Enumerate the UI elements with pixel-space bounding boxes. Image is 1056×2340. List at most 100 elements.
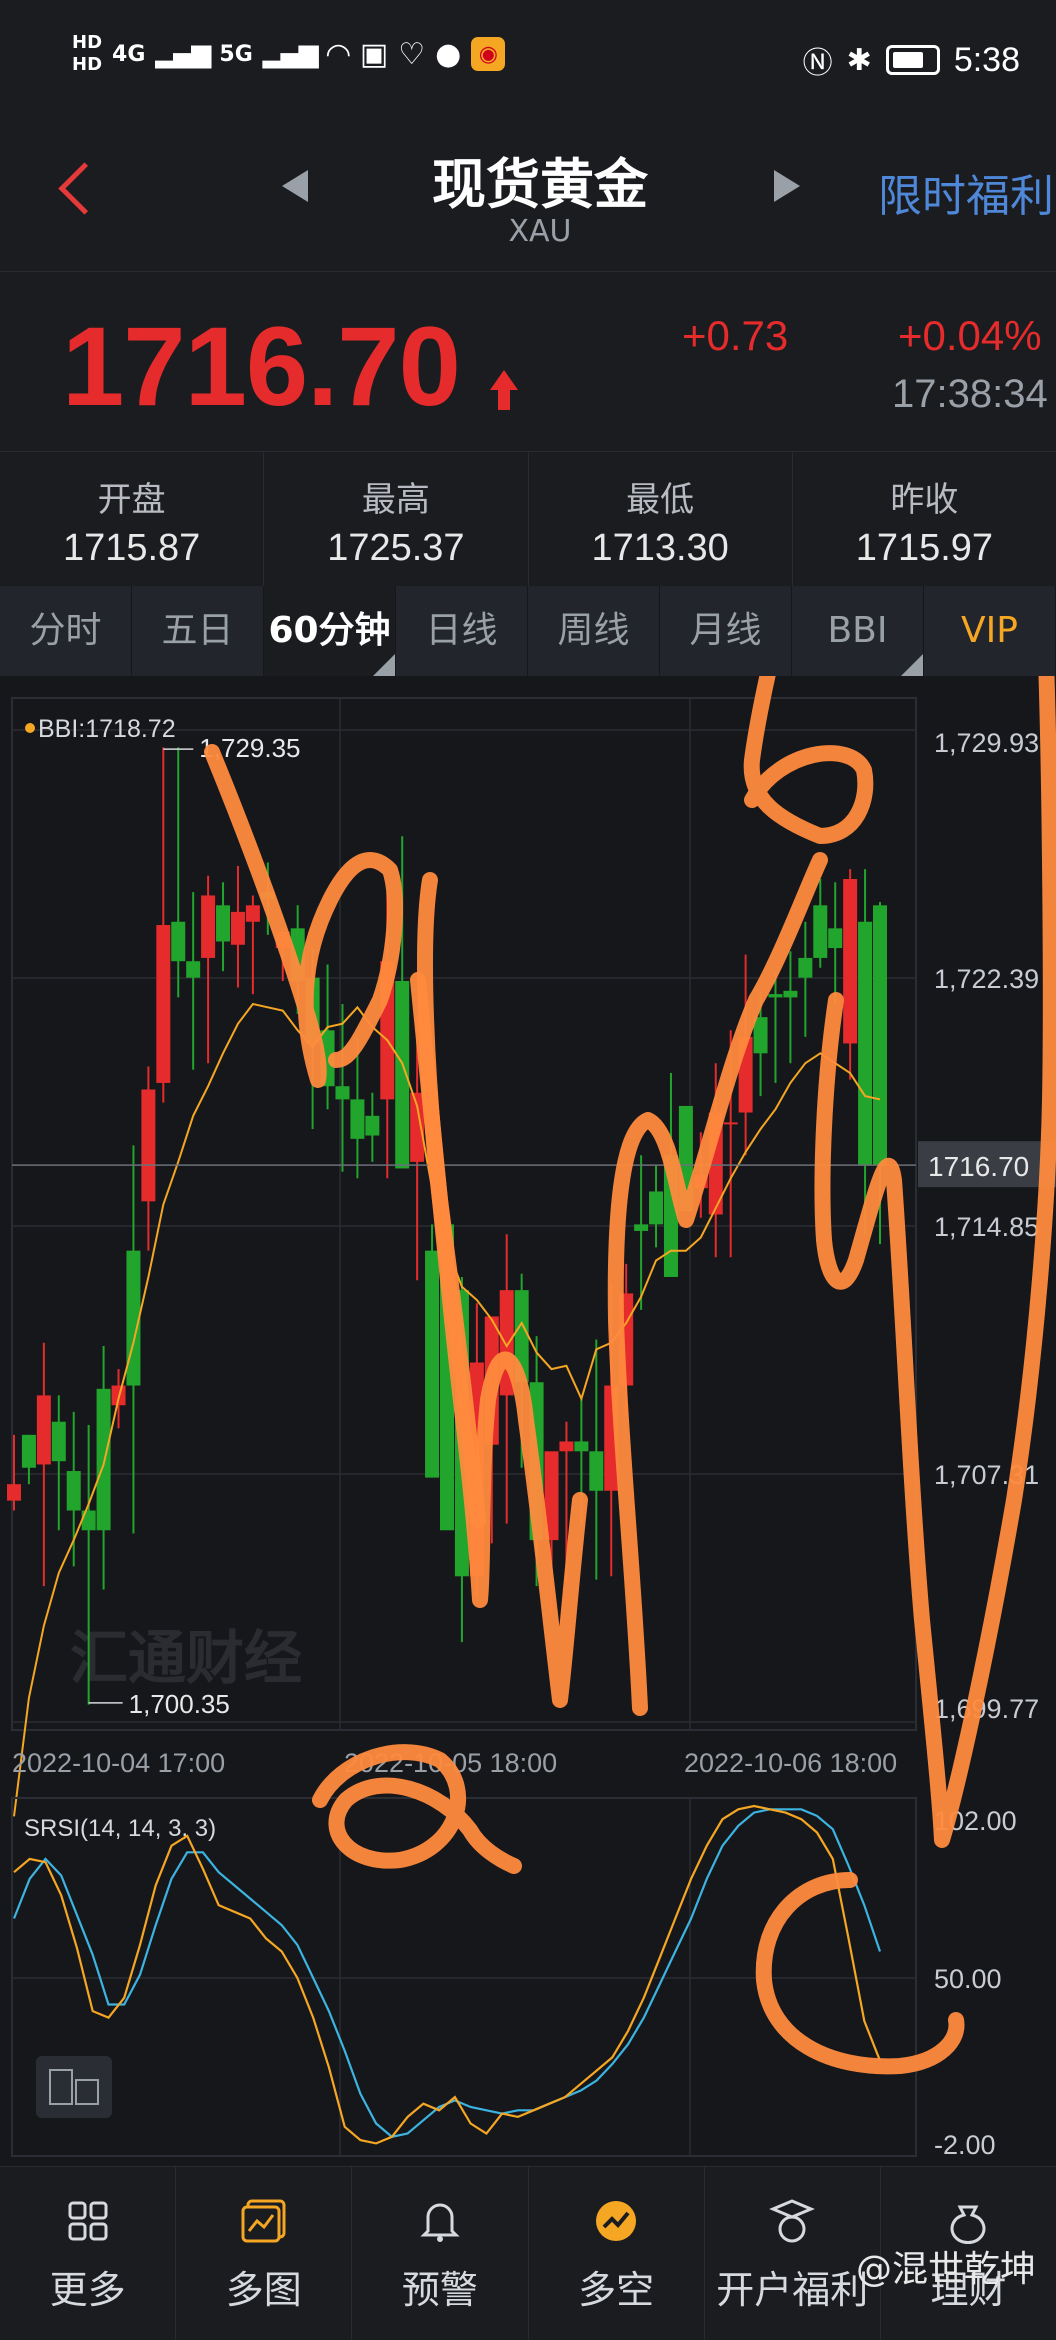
nav-open-account[interactable]: 开户福利 — [705, 2167, 881, 2340]
candle-body — [216, 905, 231, 942]
chart-area[interactable]: 1,729.93 1,722.39 1,714.85 1,707.31 1,699.77… — [0, 676, 1056, 2166]
x-tick-label: 2022-10-06 18:00 — [684, 1748, 897, 1778]
candle-body — [634, 1224, 649, 1231]
price-row: 1716.70 +0.73 +0.04% 17:38:34 — [0, 272, 1056, 452]
stat-low: 最低 1713.30 — [529, 452, 793, 586]
tab-weekly[interactable]: 周线 — [528, 586, 660, 676]
status-bar: HD HD 4G ▂▄▆ 5G ▂▄▆ ◠ ▣ ♡ ● ◉ Ⓝ ✱ 5:38 — [0, 0, 1056, 104]
candle-body — [798, 957, 813, 978]
candle-body — [365, 1115, 380, 1136]
candle-body — [230, 911, 245, 945]
candle-body — [96, 1388, 111, 1531]
tab-monthly[interactable]: 月线 — [660, 586, 792, 676]
corner-indicator-icon — [373, 654, 395, 676]
nav-multi-chart[interactable]: 多图 — [176, 2167, 353, 2340]
nav-long-short[interactable]: 多空 — [529, 2167, 705, 2340]
candle-body — [171, 921, 186, 962]
nav-label: 多图 — [225, 2268, 302, 2312]
quote-header: 现货黄金 XAU 限时福利 — [0, 104, 1056, 272]
tab-vip[interactable]: VIP — [924, 586, 1056, 676]
tab-five-day[interactable]: 五日 — [132, 586, 264, 676]
candle-body — [186, 961, 201, 978]
wifi-icon: ◠ — [326, 36, 350, 72]
candle-body — [783, 990, 798, 998]
message-icon: ● — [435, 36, 462, 72]
kline-chart[interactable]: 1,729.931,722.391,714.851,707.311,699.77… — [0, 676, 1056, 2166]
low-marker-label: 1,700.35 — [129, 1689, 230, 1719]
candle-body — [141, 1089, 156, 1202]
annotation-stroke — [755, 1872, 965, 2075]
hd2-label: HD — [72, 54, 103, 75]
candle-body — [36, 1395, 51, 1465]
nav-alert[interactable]: 预警 — [352, 2167, 529, 2340]
y-tick-label: 50.00 — [934, 1964, 1002, 1994]
stat-prev-close: 昨收 1715.97 — [793, 452, 1056, 586]
nav-label: 开户福利 — [716, 2268, 869, 2312]
candle-body — [828, 928, 843, 949]
candle-body — [559, 1441, 574, 1452]
candle-body — [66, 1471, 81, 1511]
candle-body — [201, 895, 216, 958]
candle-body — [843, 878, 858, 1044]
tab-label: 60分钟 — [268, 610, 391, 651]
x-tick-label: 2022-10-04 17:00 — [12, 1748, 225, 1778]
y-tick-label: -2.00 — [934, 2130, 996, 2160]
annotation-stroke — [743, 676, 874, 844]
y-tick-label: 1,729.93 — [934, 728, 1039, 758]
y-tick-label: 1,722.39 — [934, 964, 1039, 994]
tab-daily[interactable]: 日线 — [396, 586, 528, 676]
up-arrow-icon — [490, 370, 518, 412]
stats-row: 开盘 1715.87 最高 1725.37 最低 1713.30 昨收 1715… — [0, 452, 1056, 586]
gift-icon — [705, 2193, 880, 2249]
current-price: 1716.70 — [62, 304, 461, 429]
candle-body — [574, 1441, 589, 1452]
candle-body — [649, 1191, 664, 1225]
promo-link[interactable]: 限时福利 — [878, 160, 1056, 224]
price-change-pct: +0.04% — [898, 312, 1042, 359]
current-price-label: 1716.70 — [928, 1151, 1029, 1182]
status-right: Ⓝ ✱ 5:38 — [803, 38, 1020, 82]
stat-label: 最低 — [626, 480, 695, 520]
tab-60min[interactable]: 60分钟 — [264, 586, 396, 676]
candle-body — [425, 1250, 440, 1478]
candle-body — [156, 925, 171, 1083]
heart-icon: ♡ — [398, 36, 426, 72]
srsi-d-line — [12, 1808, 882, 2138]
hd-indicator: HD HD — [72, 32, 102, 76]
nav-more[interactable]: 更多 — [0, 2167, 177, 2340]
stat-label: 昨收 — [890, 480, 959, 520]
candle-body — [768, 994, 783, 998]
bluetooth-icon: ✱ — [846, 42, 872, 78]
next-instrument-icon[interactable] — [774, 170, 800, 202]
stat-value: 1713.30 — [591, 527, 729, 569]
credit-watermark: @混世乾坤 — [855, 2249, 1036, 2290]
candle-body — [245, 905, 260, 922]
hd1-label: HD — [72, 32, 103, 53]
candle-body — [21, 1434, 36, 1468]
nfc-icon: Ⓝ — [802, 46, 833, 81]
bbi-label: BBI:1718.72 — [38, 715, 176, 743]
weibo-icon: ◉ — [471, 37, 506, 71]
price-change: +0.73 — [682, 312, 789, 359]
grid-icon — [0, 2193, 175, 2249]
stat-value: 1725.37 — [327, 527, 465, 569]
candle-body — [753, 1017, 768, 1054]
watermark-text: 汇通财经 — [70, 1626, 302, 1691]
candle-body — [335, 1086, 350, 1100]
candle-body — [723, 1122, 738, 1125]
tab-intraday[interactable]: 分时 — [0, 586, 132, 676]
corner-indicator-icon — [901, 654, 923, 676]
tab-bbi[interactable]: BBI — [792, 586, 924, 676]
status-left: HD HD 4G ▂▄▆ 5G ▂▄▆ ◠ ▣ ♡ ● ◉ — [72, 32, 506, 76]
y-tick-label: 1,699.77 — [934, 1694, 1039, 1724]
stat-value: 1715.87 — [62, 527, 201, 569]
stat-label: 开盘 — [97, 480, 166, 520]
candle-body — [7, 1484, 21, 1501]
stat-high: 最高 1725.37 — [264, 452, 529, 586]
battery-icon — [885, 45, 940, 75]
layout-toggle-button[interactable] — [36, 2056, 112, 2118]
tab-label: BBI — [827, 610, 888, 651]
candle-body — [51, 1421, 66, 1462]
stat-open: 开盘 1715.87 — [0, 452, 265, 586]
tv-icon: ▣ — [359, 36, 389, 72]
